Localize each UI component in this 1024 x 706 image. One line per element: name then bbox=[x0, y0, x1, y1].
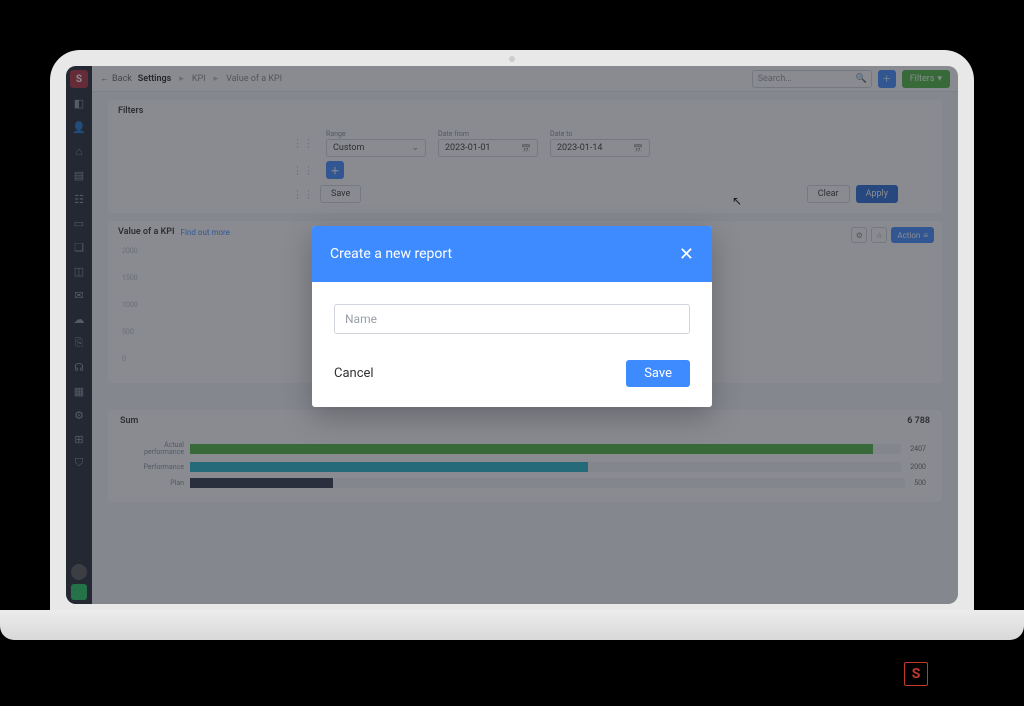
camera-dot bbox=[509, 56, 515, 62]
modal-header: Create a new report ✕ bbox=[312, 226, 712, 282]
modal-title: Create a new report bbox=[330, 246, 452, 262]
cancel-button[interactable]: Cancel bbox=[334, 366, 374, 381]
close-icon[interactable]: ✕ bbox=[679, 244, 694, 265]
report-name-input[interactable] bbox=[334, 304, 690, 334]
laptop-frame: S ◧ 👤 ⌂ ▤ ☷ ▭ ❏ ◫ ✉ ☁ ⎘ ☊ ▦ ⚙ ⊞ ⛉ bbox=[50, 50, 974, 620]
save-button[interactable]: Save bbox=[626, 360, 690, 387]
create-report-modal: Create a new report ✕ Cancel Save bbox=[312, 226, 712, 407]
screen: S ◧ 👤 ⌂ ▤ ☷ ▭ ❏ ◫ ✉ ☁ ⎘ ☊ ▦ ⚙ ⊞ ⛉ bbox=[66, 66, 958, 604]
modal-overlay[interactable]: Create a new report ✕ Cancel Save bbox=[66, 66, 958, 604]
page-brand-icon: S bbox=[904, 662, 928, 686]
